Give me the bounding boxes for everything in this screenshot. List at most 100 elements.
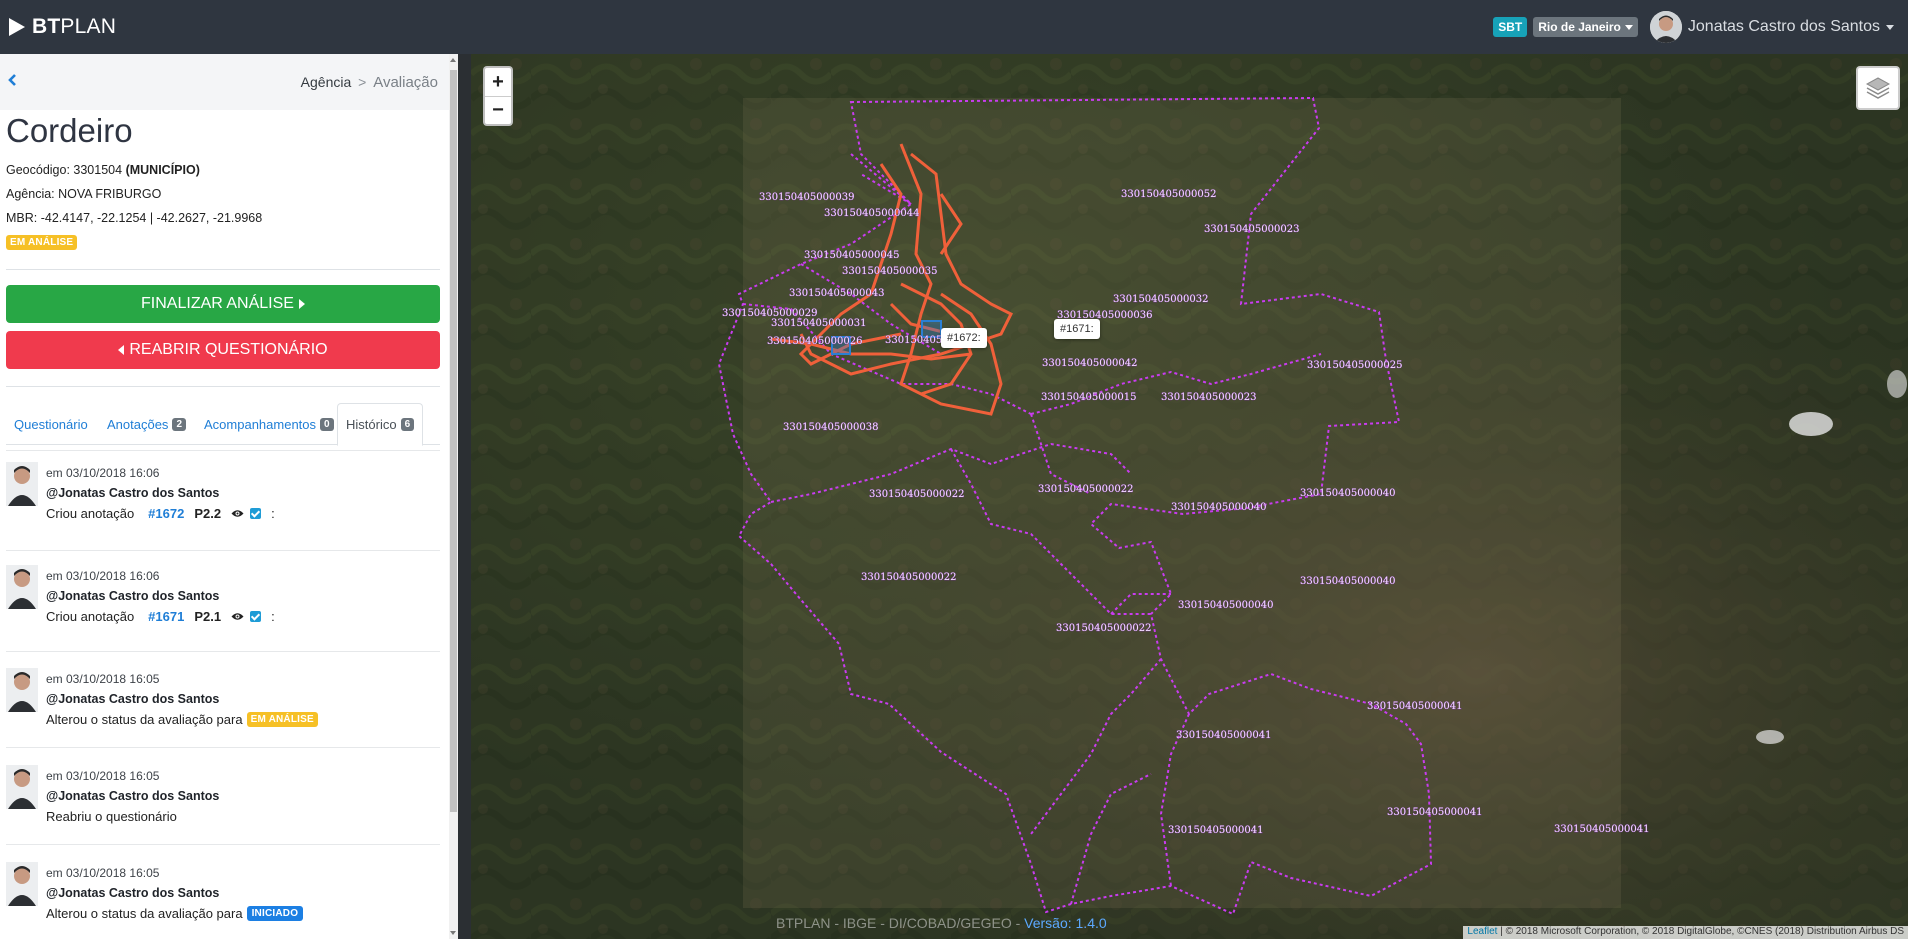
chevron-down-icon [1886, 24, 1894, 30]
location-label: Rio de Janeiro [1538, 20, 1621, 34]
history-action: Reabriu o questionário [46, 809, 177, 824]
map-footer: BTPLAN - IBGE - DI/COBAD/GEGEO - Versão:… [776, 915, 1107, 931]
layers-icon [1865, 77, 1891, 99]
caret-left-icon [118, 345, 125, 355]
tab-anotacoes[interactable]: Anotações 2 [99, 403, 194, 445]
geocode-label: Geocódigo: 3301504 [6, 163, 123, 177]
scroll-thumb[interactable] [450, 70, 457, 812]
attribution-text: | © 2018 Microsoft Corporation, © 2018 D… [1500, 926, 1904, 937]
question-ref: P2.2 [194, 506, 222, 521]
history-user[interactable]: @Jonatas Castro dos Santos [46, 886, 219, 900]
tab-count: 2 [172, 417, 186, 431]
location-dropdown[interactable]: Rio de Janeiro [1533, 17, 1638, 37]
eye-icon[interactable] [231, 509, 244, 518]
question-ref: P2.1 [194, 609, 222, 624]
avatar [6, 765, 38, 809]
segment-label: 330150405000023 [1204, 224, 1299, 235]
tooltip-label: #1671: [1060, 323, 1094, 335]
brand-rest: PLAN [60, 15, 117, 38]
map-view[interactable]: 330150405000039 330150405000044 33015040… [471, 54, 1908, 939]
list-item: em 03/10/2018 16:06 @Jonatas Castro dos … [0, 462, 440, 558]
segment-label: 330150405000035 [842, 266, 937, 277]
history-user[interactable]: @Jonatas Castro dos Santos [46, 692, 219, 706]
scroll-down-icon[interactable] [450, 931, 456, 935]
back-icon[interactable] [7, 72, 23, 92]
finalize-analysis-button[interactable]: FINALIZAR ANÁLISE [6, 285, 440, 323]
layers-button[interactable] [1856, 66, 1900, 110]
history-message: Alterou o status da avaliação para INICI… [46, 906, 304, 921]
cloud [1789, 412, 1833, 436]
annotation-tooltip[interactable]: #1672: [941, 328, 987, 348]
tab-historico[interactable]: Histórico 6 [337, 403, 424, 446]
segment-label: 330150405000042 [1042, 358, 1137, 369]
geocode-type: (MUNICÍPIO) [125, 163, 200, 177]
scroll-up-icon[interactable] [450, 58, 456, 62]
history-colon: : [271, 609, 275, 624]
status-badge: EM ANÁLISE [246, 712, 318, 727]
mbr-line: MBR: -42.4147, -22.1254 | -42.2627, -21.… [6, 211, 263, 225]
tab-acompanhamentos[interactable]: Acompanhamentos 0 [196, 403, 342, 445]
segment-label: 330150405000025 [1307, 360, 1402, 371]
avatar [6, 668, 38, 712]
leaflet-link[interactable]: Leaflet [1467, 926, 1497, 937]
tooltip-label: #1672: [947, 332, 981, 344]
history-message: Criou anotação #1672 P2.2 : [46, 506, 275, 521]
caret-right-icon [298, 299, 305, 309]
geocode-line: Geocódigo: 3301504 (MUNICÍPIO) [6, 163, 200, 177]
satellite-map[interactable]: 330150405000039 330150405000044 33015040… [471, 54, 1908, 939]
tab-questionario[interactable]: Questionário [6, 403, 96, 445]
segment-label: 330150405000052 [1121, 189, 1216, 200]
status-badge: EM ANÁLISE [6, 235, 78, 250]
user-menu[interactable]: Jonatas Castro dos Santos [1688, 18, 1894, 36]
segment-label: 330150405000038 [783, 422, 878, 433]
annotation-link[interactable]: #1671 [148, 609, 184, 624]
segment-label: 330150405000022 [1038, 484, 1133, 495]
zoom-in-button[interactable]: + [485, 68, 511, 96]
list-item: em 03/10/2018 16:05 @Jonatas Castro dos … [0, 668, 440, 764]
zoom-out-button[interactable]: − [485, 96, 511, 124]
history-user[interactable]: @Jonatas Castro dos Santos [46, 789, 219, 803]
brand-logo[interactable]: BT PLAN [8, 14, 116, 40]
segment-label: 330150405000022 [861, 572, 956, 583]
segment-label: 330150405000041 [1176, 730, 1271, 741]
check-icon[interactable] [250, 508, 262, 519]
annotation-tooltip[interactable]: #1671: [1054, 319, 1100, 339]
segment-label: 330150405000026 [767, 336, 862, 347]
divider [6, 747, 440, 748]
cloud [1887, 370, 1907, 398]
finalize-label: FINALIZAR ANÁLISE [141, 295, 294, 312]
history-user[interactable]: @Jonatas Castro dos Santos [46, 589, 219, 603]
list-item: em 03/10/2018 16:06 @Jonatas Castro dos … [0, 565, 440, 661]
history-colon: : [271, 506, 275, 521]
sidebar-panel: Agência > Avaliação Cordeiro Geocódigo: … [0, 54, 458, 939]
eye-icon[interactable] [231, 612, 244, 621]
reopen-label: REABRIR QUESTIONÁRIO [129, 341, 328, 358]
navbar-right: SBT Rio de Janeiro Jonatas Castro dos Sa… [1493, 9, 1894, 45]
history-action: Alterou o status da avaliação para [46, 712, 243, 727]
list-item: em 03/10/2018 16:05 @Jonatas Castro dos … [0, 765, 440, 861]
reopen-questionnaire-button[interactable]: REABRIR QUESTIONÁRIO [6, 331, 440, 369]
top-navbar: BT PLAN SBT Rio de Janeiro Jonatas Castro… [0, 0, 1908, 54]
avatar[interactable] [1649, 11, 1682, 43]
tab-bar: Questionário Anotações 2 Acompanhamentos 0… [6, 403, 440, 446]
segment-label: 330150405000031 [771, 318, 866, 329]
avatar [6, 565, 38, 609]
divider [6, 269, 440, 270]
brand-bold: BT [32, 15, 61, 38]
breadcrumb: Agência > Avaliação [301, 74, 438, 91]
sbt-badge: SBT [1493, 17, 1528, 37]
annotation-link[interactable]: #1672 [148, 506, 184, 521]
check-icon[interactable] [250, 611, 262, 622]
history-date: em 03/10/2018 16:05 [46, 672, 160, 686]
play-logo-icon [9, 18, 25, 36]
breadcrumb-parent[interactable]: Agência [301, 74, 352, 90]
zoom-control: + − [483, 66, 513, 126]
segment-label: 330150405000040 [1171, 502, 1266, 513]
list-item: em 03/10/2018 16:05 @Jonatas Castro dos … [0, 862, 440, 939]
history-date: em 03/10/2018 16:06 [46, 569, 160, 583]
scrollbar[interactable] [449, 54, 458, 939]
avatar [6, 462, 38, 506]
segment-label: 330150405000040 [1178, 600, 1273, 611]
page-title: Cordeiro [6, 112, 133, 149]
history-user[interactable]: @Jonatas Castro dos Santos [46, 486, 219, 500]
